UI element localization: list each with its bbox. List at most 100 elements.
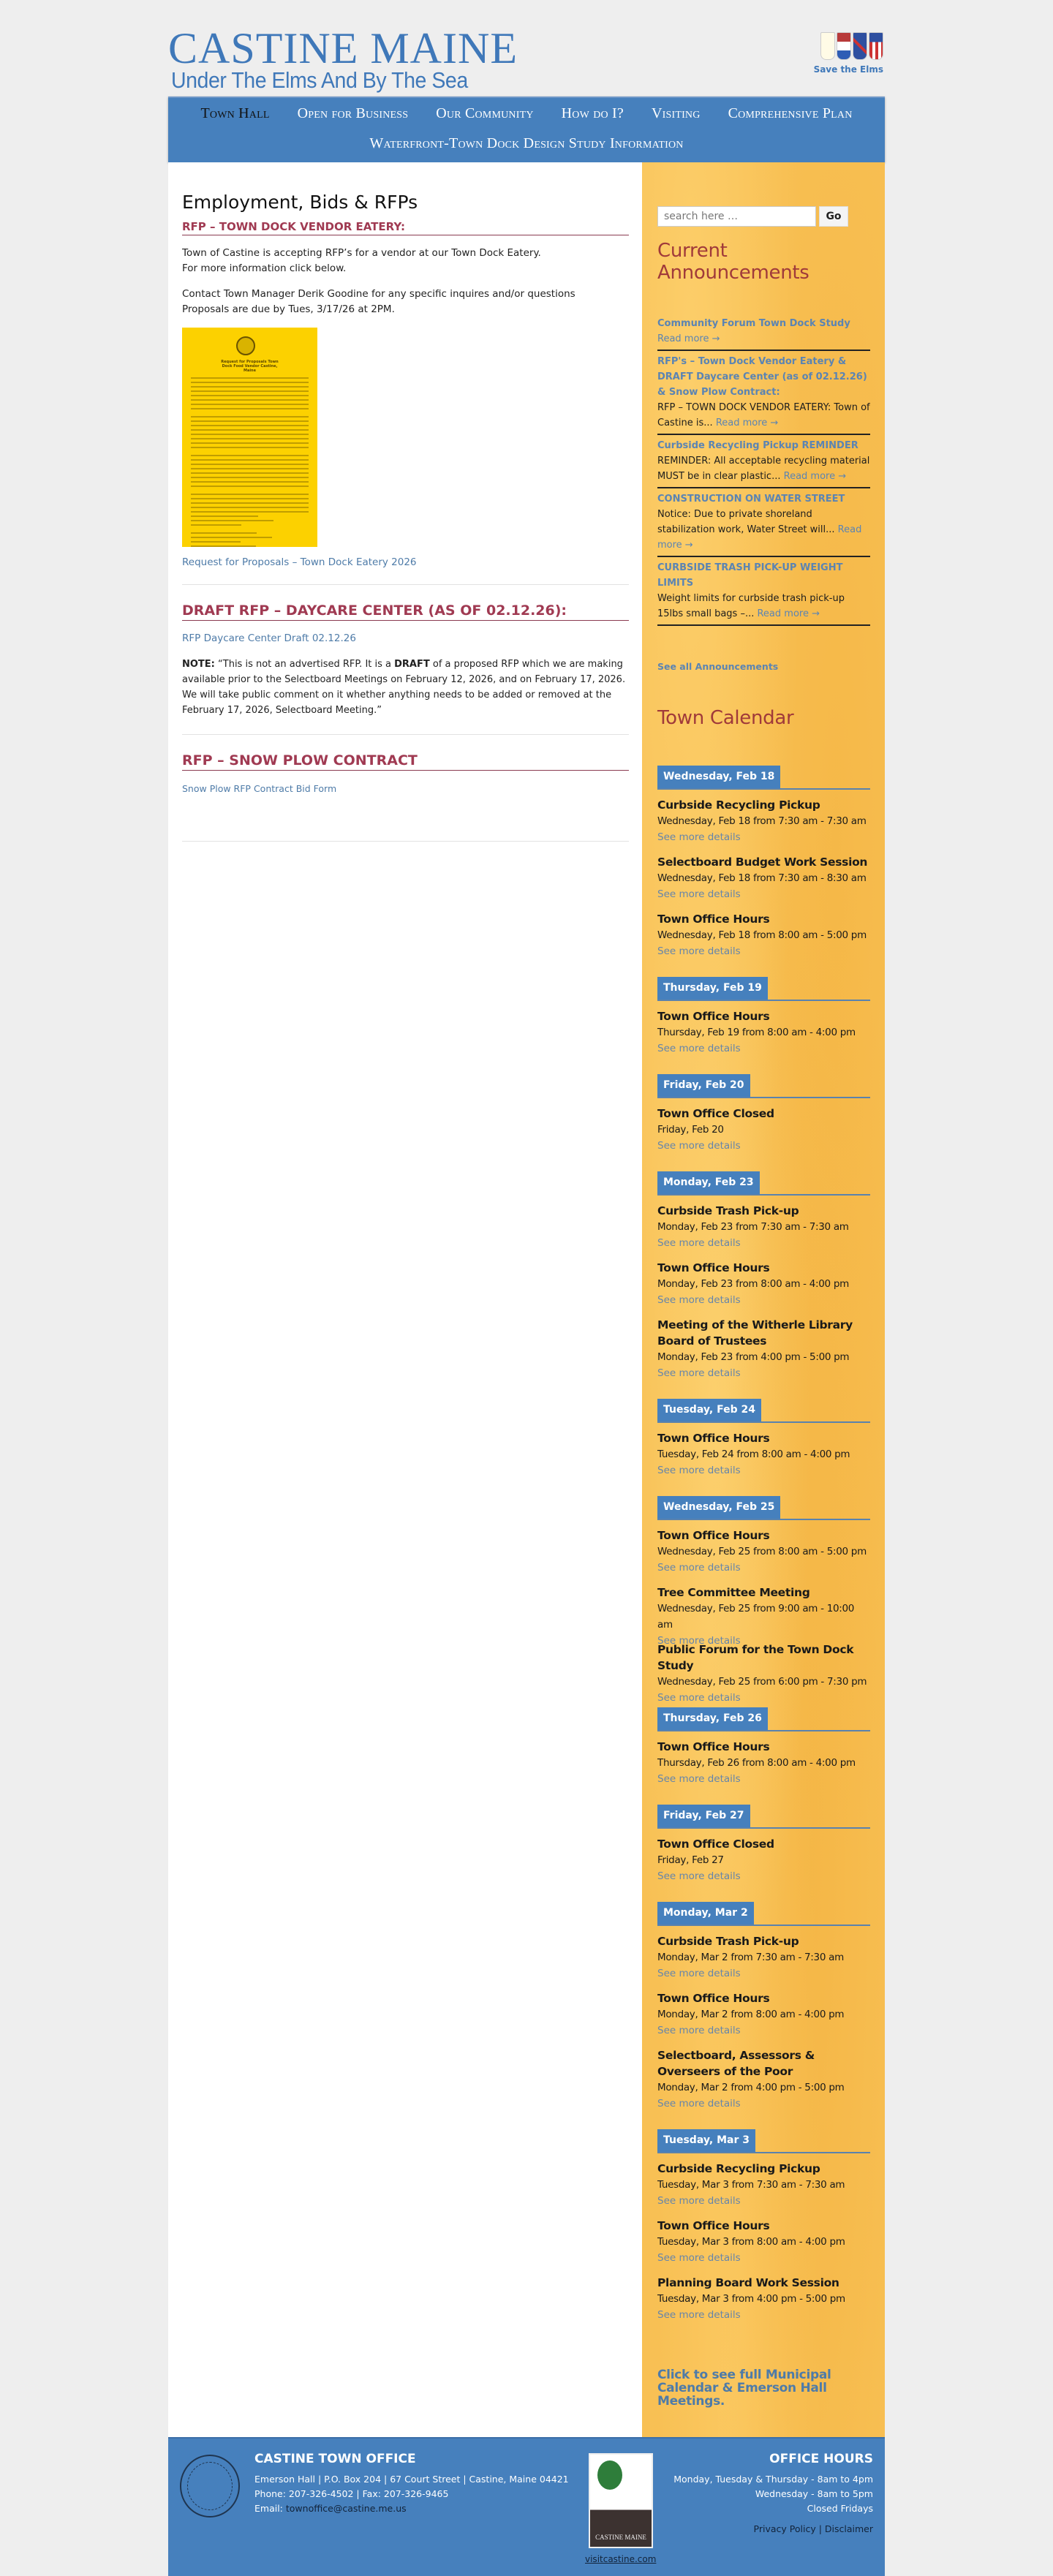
event-title: Public Forum for the Town Dock Study [657, 1643, 854, 1672]
site-title[interactable]: CASTINE MAINE [168, 26, 518, 70]
nav-item-comprehensive-plan[interactable]: Comprehensive Plan [728, 105, 853, 131]
see-more-details-link[interactable]: See more details [657, 1968, 741, 1979]
text: For more information click below. [182, 262, 347, 274]
nav-item-how-do-i[interactable]: How do I? [562, 105, 624, 131]
see-more-details-link[interactable]: See more details [657, 1692, 741, 1704]
doc-line [191, 455, 309, 456]
daycare-draft-link[interactable]: RFP Daycare Center Draft 02.12.26 [182, 632, 356, 644]
nav-item-open-for-business[interactable]: Open for Business [298, 105, 409, 131]
nav-item-waterfront-study[interactable]: Waterfront-Town Dock Design Study Inform… [369, 135, 683, 151]
see-more-details-link[interactable]: See more details [657, 2195, 741, 2207]
doc-line [191, 524, 242, 526]
doc-line [191, 434, 309, 435]
see-more-details-link[interactable]: See more details [657, 1140, 741, 1152]
see-all-announcements-link[interactable]: See all Announcements [657, 661, 870, 672]
see-more-details-link[interactable]: See more details [657, 1562, 741, 1574]
save-the-elms-link[interactable]: Save the Elms [814, 64, 883, 75]
see-more-details-link[interactable]: See more details [657, 1367, 741, 1379]
nav-item-our-community[interactable]: Our Community [436, 105, 533, 131]
see-more-details-link[interactable]: See more details [657, 1237, 741, 1249]
day-label: Tuesday, Feb 24 [657, 1399, 761, 1421]
disclaimer-link[interactable]: Disclaimer [825, 2523, 873, 2534]
event-title: Town Office Closed [657, 1837, 774, 1851]
event-time: Tuesday, Feb 24 from 8:00 am - 4:00 pm [657, 1448, 850, 1460]
french-flag-icon [820, 32, 835, 60]
event-title: Town Office Hours [657, 1740, 770, 1753]
announcement-title[interactable]: CURBSIDE TRASH PICK-UP WEIGHT LIMITS [657, 560, 870, 591]
text: Proposals are due by Tues, 3/17/26 at 2P… [182, 303, 395, 315]
day-header: Friday, Feb 20 [657, 1074, 870, 1098]
calendar-event: Public Forum for the Town Dock Study Wedn… [657, 1642, 870, 1704]
announcement-title[interactable]: RFP's – Town Dock Vendor Eatery & DRAFT … [657, 354, 870, 400]
day-label: Wednesday, Feb 25 [657, 1496, 781, 1519]
doc-line [191, 386, 309, 388]
doc-line [191, 511, 309, 513]
see-more-details-link[interactable]: See more details [657, 1043, 741, 1054]
read-more-link[interactable]: Read more → [657, 333, 720, 344]
nav-item-visiting[interactable]: Visiting [652, 105, 701, 131]
see-more-details-link[interactable]: See more details [657, 2309, 741, 2321]
announcement-title[interactable]: Curbside Recycling Pickup REMINDER [657, 438, 870, 453]
see-more-details-link[interactable]: See more details [657, 2252, 741, 2264]
visit-castine-badge[interactable]: CASTINE MAINE [589, 2453, 653, 2548]
calendar-day: Tuesday, Feb 24 Town Office Hours Tuesday,… [657, 1399, 870, 1487]
see-more-details-link[interactable]: See more details [657, 1870, 741, 1882]
see-more-details-link[interactable]: See more details [657, 888, 741, 900]
see-more-details-link[interactable]: See more details [657, 831, 741, 843]
calendar-day: Monday, Feb 23 Curbside Trash Pick-up Mond… [657, 1171, 870, 1390]
doc-line [191, 447, 309, 448]
announcement-title[interactable]: Community Forum Town Dock Study [657, 316, 870, 331]
event-time: Monday, Mar 2 from 7:30 am - 7:30 am [657, 1952, 844, 1963]
event-time: Wednesday, Feb 18 from 7:30 am - 7:30 am [657, 815, 867, 827]
event-time: Thursday, Feb 19 from 8:00 am - 4:00 pm [657, 1027, 856, 1038]
full-calendar-link[interactable]: Click to see full Municipal Calendar & E… [657, 2368, 870, 2408]
search-input[interactable]: search here … [657, 206, 816, 227]
doc-line [191, 498, 309, 499]
see-more-details-link[interactable]: See more details [657, 2098, 741, 2109]
see-more-details-link[interactable]: See more details [657, 1773, 741, 1785]
doc-line [191, 468, 309, 469]
doc-line [191, 438, 309, 439]
calendar-event: Town Office Closed Friday, Feb 20 See more… [657, 1106, 870, 1163]
event-title: Town Office Hours [657, 1261, 770, 1274]
calendar-day: Friday, Feb 27 Town Office Closed Friday, … [657, 1805, 870, 1893]
footer-email-link[interactable]: townoffice@castine.me.us [286, 2503, 407, 2514]
day-header: Thursday, Feb 26 [657, 1707, 870, 1731]
eatery-contact: Contact Town Manager Derik Goodine for a… [182, 287, 629, 317]
calendar-event: Curbside Trash Pick-up Monday, Feb 23 fro… [657, 1203, 870, 1260]
visit-castine-link[interactable]: visitcastine.com [585, 2554, 656, 2564]
nav-item-town-hall[interactable]: Town Hall [200, 105, 269, 131]
see-more-details-link[interactable]: See more details [657, 1294, 741, 1306]
nav-row: Town Hall Open for Business Our Community H… [168, 98, 885, 131]
privacy-policy-link[interactable]: Privacy Policy [754, 2523, 816, 2534]
rfp-document-thumbnail[interactable]: Request for Proposals Town Dock Food Ven… [182, 328, 317, 547]
event-time: Monday, Feb 23 from 4:00 pm - 5:00 pm [657, 1351, 850, 1363]
doc-line [191, 459, 309, 461]
event-time: Monday, Mar 2 from 4:00 pm - 5:00 pm [657, 2082, 845, 2093]
footer-address: Emerson Hall | P.O. Box 204 | 67 Court S… [254, 2474, 569, 2485]
event-time: Wednesday, Feb 25 from 8:00 am - 5:00 pm [657, 1546, 867, 1557]
calendar-list: Wednesday, Feb 18 Curbside Recycling Pick… [657, 766, 870, 2332]
read-more-link[interactable]: Read more → [784, 471, 847, 482]
see-more-details-link[interactable]: See more details [657, 2025, 741, 2036]
read-more-link[interactable]: Read more → [757, 608, 820, 619]
calendar-event: Tree Committee Meeting Wednesday, Feb 25 … [657, 1584, 870, 1647]
day-header: Friday, Feb 27 [657, 1805, 870, 1829]
announcement-title[interactable]: CONSTRUCTION ON WATER STREET [657, 491, 870, 507]
event-time: Monday, Feb 23 from 8:00 am - 4:00 pm [657, 1278, 849, 1290]
read-more-link[interactable]: Read more → [716, 418, 779, 428]
event-title: Town Office Hours [657, 1529, 770, 1542]
search-go-button[interactable]: Go [819, 206, 848, 227]
snow-plow-link[interactable]: Snow Plow RFP Contract Bid Form [182, 783, 336, 794]
daycare-note: NOTE: “This is not an advertised RFP. It… [182, 657, 629, 718]
day-header: Monday, Mar 2 [657, 1902, 870, 1926]
see-more-details-link[interactable]: See more details [657, 1465, 741, 1476]
divider [182, 734, 629, 735]
save-the-elms-flags[interactable] [820, 32, 883, 60]
rfp-eatery-link[interactable]: Request for Proposals – Town Dock Eatery… [182, 556, 417, 568]
site-header: CASTINE MAINE Under The Elms And By The … [168, 0, 885, 97]
dutch-flag-icon [837, 32, 851, 60]
eatery-intro: Town of Castine is accepting RFP’s for a… [182, 246, 629, 276]
see-more-details-link[interactable]: See more details [657, 945, 741, 957]
event-title: Town Office Hours [657, 913, 770, 926]
